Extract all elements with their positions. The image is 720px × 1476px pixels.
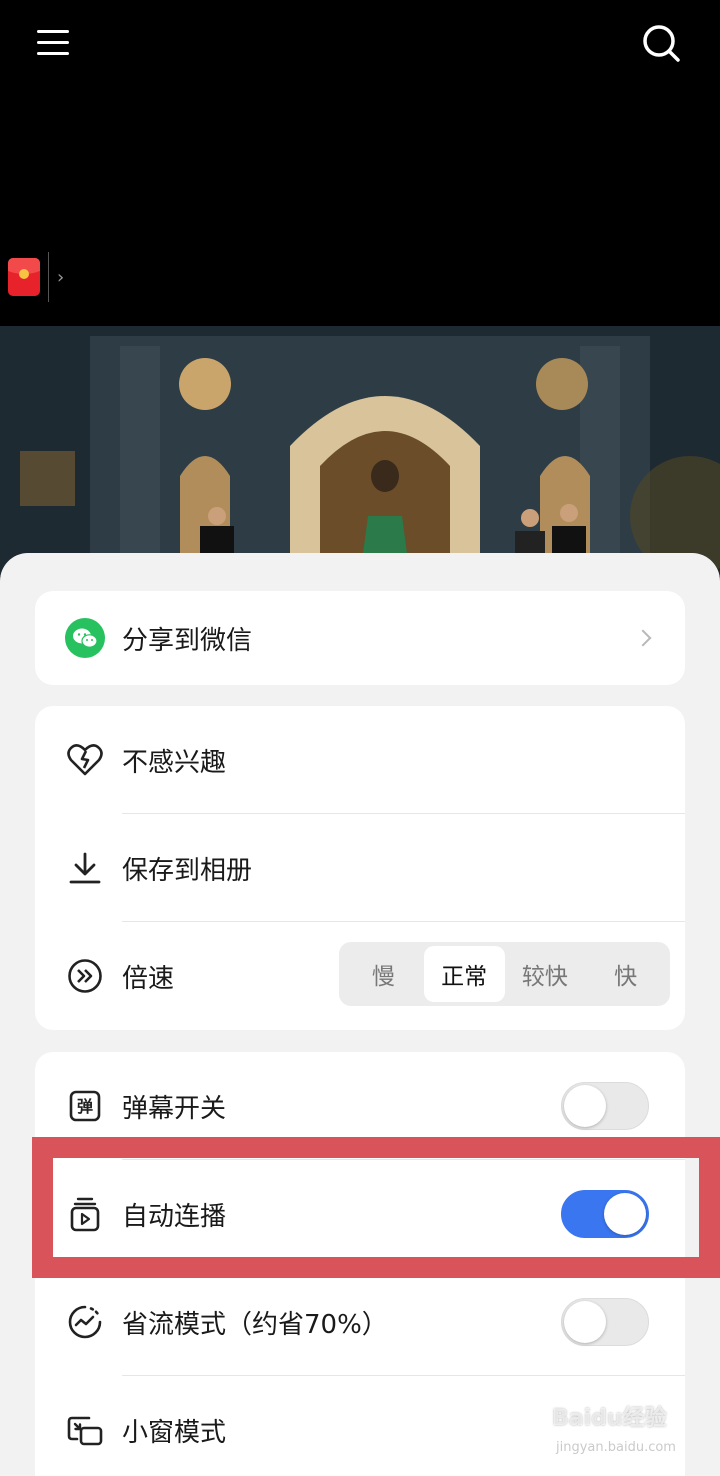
autoplay-row: 自动连播 [35, 1160, 685, 1268]
red-packet-entry[interactable]: › [0, 252, 64, 302]
mini-window-label: 小窗模式 [122, 1417, 227, 1448]
not-interested-label: 不感兴趣 [122, 747, 227, 778]
download-icon [67, 850, 103, 886]
chevron-right-icon[interactable]: › [57, 267, 64, 288]
search-icon[interactable] [640, 22, 682, 64]
not-interested-row[interactable]: 不感兴趣 [35, 706, 685, 814]
baidu-jingyan-watermark: Baidu经验 [552, 1406, 667, 1431]
video-player[interactable] [0, 326, 720, 576]
data-saver-toggle[interactable] [561, 1298, 649, 1346]
broken-heart-icon [67, 742, 103, 778]
actions-card: 不感兴趣 保存到相册 倍速 慢 正常 较快 快 [35, 706, 685, 1030]
danmaku-icon: 弹 [67, 1088, 103, 1124]
red-packet-icon[interactable] [8, 258, 40, 296]
share-to-wechat-row[interactable]: 分享到微信 [35, 591, 685, 685]
data-saver-row: 省流模式（约省70%） [35, 1268, 685, 1376]
hamburger-menu-icon[interactable] [36, 26, 70, 60]
divider [48, 252, 49, 302]
watermark-url: jingyan.baidu.com [556, 1440, 676, 1455]
data-saver-label: 省流模式（约省70%） [122, 1309, 388, 1340]
wechat-icon [65, 618, 105, 658]
data-saver-icon [67, 1304, 103, 1340]
speed-option-slow[interactable]: 慢 [343, 946, 424, 1002]
fast-forward-icon [67, 958, 103, 994]
autoplay-label: 自动连播 [122, 1201, 227, 1232]
speed-option-normal[interactable]: 正常 [423, 946, 505, 1002]
speed-label: 倍速 [122, 963, 175, 994]
share-card: 分享到微信 [35, 591, 685, 685]
mini-window-icon [67, 1412, 103, 1448]
chevron-right-icon [634, 629, 652, 647]
svg-text:弹: 弹 [77, 1097, 93, 1116]
danmaku-label: 弹幕开关 [122, 1093, 227, 1124]
share-menu-sheet: 分享到微信 不感兴趣 保存到相册 倍速 慢 正常 较快 快 弹 弹幕开关 自动连… [0, 553, 720, 1476]
share-to-wechat-label: 分享到微信 [122, 625, 253, 656]
danmaku-row: 弹 弹幕开关 [35, 1052, 685, 1160]
save-to-album-label: 保存到相册 [122, 855, 253, 886]
video-frame-image [0, 326, 720, 576]
autoplay-toggle[interactable] [561, 1190, 649, 1238]
speed-option-fast[interactable]: 快 [585, 946, 666, 1002]
playback-speed-row: 倍速 慢 正常 较快 快 [35, 922, 685, 1030]
speed-option-faster[interactable]: 较快 [505, 946, 586, 1002]
danmaku-toggle[interactable] [561, 1082, 649, 1130]
save-to-album-row[interactable]: 保存到相册 [35, 814, 685, 922]
speed-selector: 慢 正常 较快 快 [339, 942, 670, 1006]
autoplay-icon [67, 1196, 103, 1232]
